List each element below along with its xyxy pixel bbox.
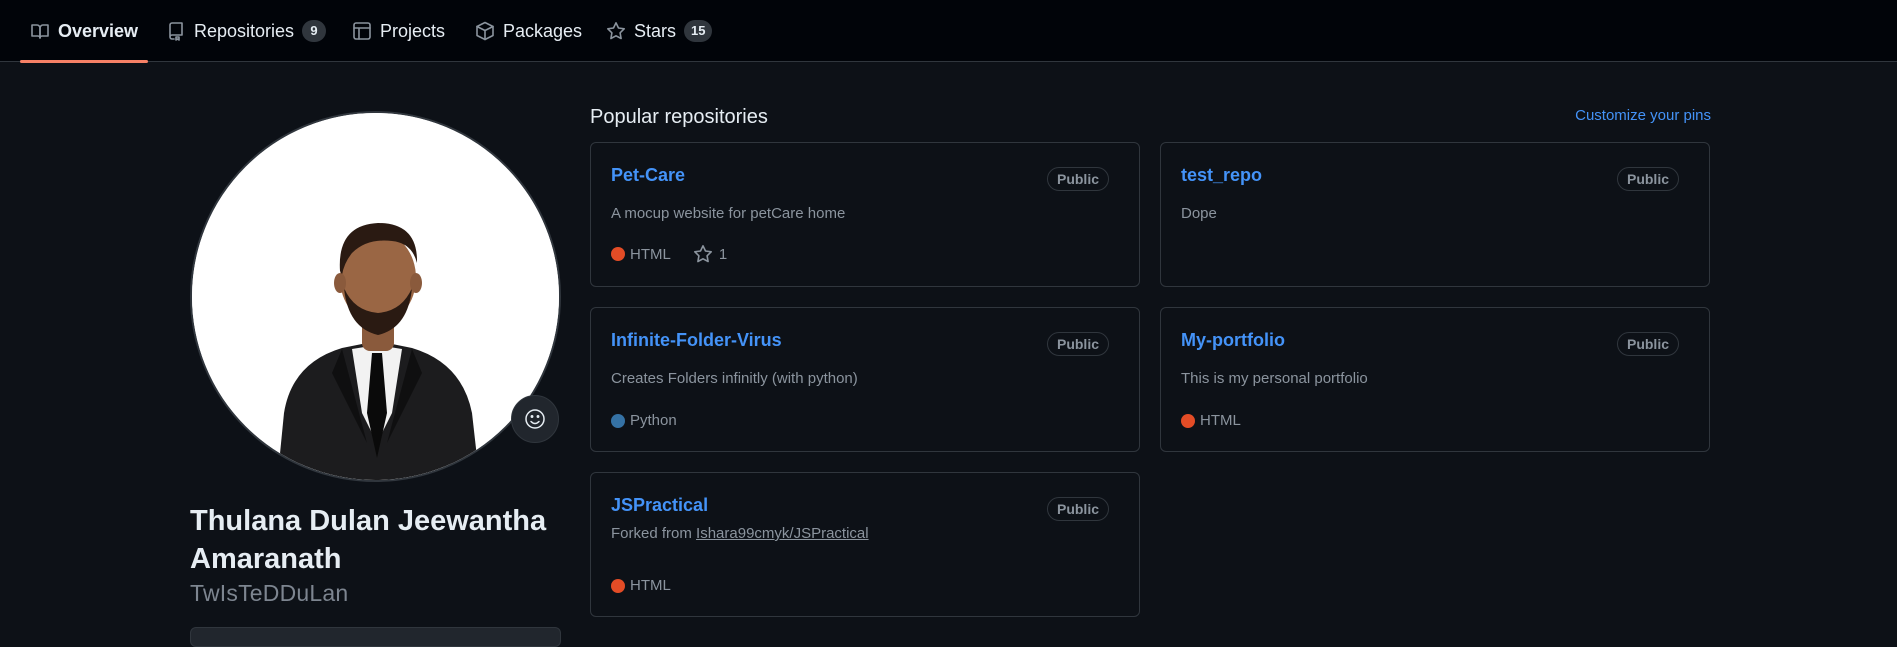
visibility-badge: Public (1046, 332, 1109, 356)
repo-card-pet-care: Pet-Care Public A mocup website for petC… (590, 142, 1140, 287)
language-color-dot (611, 413, 625, 428)
tab-projects-label: Projects (380, 20, 446, 41)
package-icon (476, 21, 494, 41)
tab-overview[interactable]: Overview (20, 0, 149, 63)
tab-stars[interactable]: Stars 15 (596, 0, 722, 62)
visibility-badge: Public (1616, 167, 1679, 191)
visibility-badge: Public (1616, 332, 1679, 356)
edit-profile-button[interactable] (190, 627, 561, 647)
stars-count-badge: 15 (684, 20, 713, 42)
repo-meta: Python (611, 412, 677, 429)
profile-username: TwIsTeDDuLan (190, 580, 349, 606)
tab-stars-label: Stars (634, 20, 677, 41)
repo-card-my-portfolio: My-portfolio Public This is my personal … (1160, 307, 1710, 452)
repo-card-test-repo: test_repo Public Dope (1160, 142, 1710, 287)
repo-name-link[interactable]: JSPractical (611, 495, 708, 516)
avatar-photo (192, 113, 559, 480)
tab-projects[interactable]: Projects (342, 0, 455, 62)
tab-repositories[interactable]: Repositories 9 (156, 0, 336, 62)
fork-source: Forked from Ishara99cmyk/JSPractical (611, 525, 869, 542)
star-count: 1 (718, 245, 728, 263)
set-status-button[interactable] (511, 395, 559, 443)
repo-language: HTML (611, 246, 671, 263)
repo-card-infinite-folder-virus: Infinite-Folder-Virus Public Creates Fol… (590, 307, 1140, 452)
forked-from-label: Forked from (611, 525, 697, 542)
repo-description: Creates Folders infinitly (with python) (611, 370, 858, 387)
repo-meta: HTML (1181, 412, 1241, 429)
repo-card-jspractical: JSPractical Public Forked from Ishara99c… (590, 472, 1140, 617)
repo-name-link[interactable]: My-portfolio (1181, 330, 1285, 351)
repo-name-link[interactable]: Pet-Care (611, 165, 685, 186)
repo-meta: HTML (611, 577, 671, 594)
visibility-badge: Public (1046, 497, 1109, 521)
language-color-dot (1181, 413, 1195, 428)
popular-repositories-heading: Popular repositories (590, 106, 768, 128)
tab-repositories-label: Repositories (194, 20, 295, 41)
avatar[interactable] (190, 111, 561, 482)
table-icon (353, 22, 371, 40)
repo-language: Python (611, 412, 677, 429)
profile-full-name: Thulana Dulan Jeewantha Amaranath (190, 505, 547, 575)
customize-pins-link[interactable]: Customize your pins (1575, 107, 1711, 124)
repo-name-link[interactable]: test_repo (1181, 165, 1262, 186)
language-label: HTML (630, 577, 671, 594)
forked-from-link[interactable]: Ishara99cmyk/JSPractical (696, 525, 869, 542)
repo-meta: HTML 1 (611, 244, 727, 264)
repo-icon (169, 22, 183, 41)
tab-packages[interactable]: Packages (465, 0, 592, 62)
tab-packages-label: Packages (503, 20, 583, 41)
repo-name-link[interactable]: Infinite-Folder-Virus (611, 330, 782, 351)
book-icon (31, 24, 49, 39)
language-label: Python (630, 412, 677, 429)
language-color-dot (611, 247, 625, 261)
repo-description: Dope (1181, 205, 1217, 222)
repositories-count-badge: 9 (302, 20, 327, 42)
star-icon (607, 22, 625, 40)
language-label: HTML (630, 245, 671, 263)
language-color-dot (611, 578, 625, 593)
tab-overview-label: Overview (58, 20, 139, 41)
repo-language: HTML (611, 577, 671, 594)
repo-description: This is my personal portfolio (1181, 370, 1368, 387)
language-label: HTML (1200, 412, 1241, 429)
visibility-badge: Public (1046, 167, 1109, 191)
star-icon (693, 245, 712, 263)
repo-stars-link[interactable]: 1 (693, 244, 727, 264)
repo-language: HTML (1181, 412, 1241, 429)
repo-description: A mocup website for petCare home (611, 205, 846, 222)
smiley-icon (525, 409, 545, 429)
profile-tab-nav: Overview Repositories 9 Projects Package… (0, 0, 1897, 63)
